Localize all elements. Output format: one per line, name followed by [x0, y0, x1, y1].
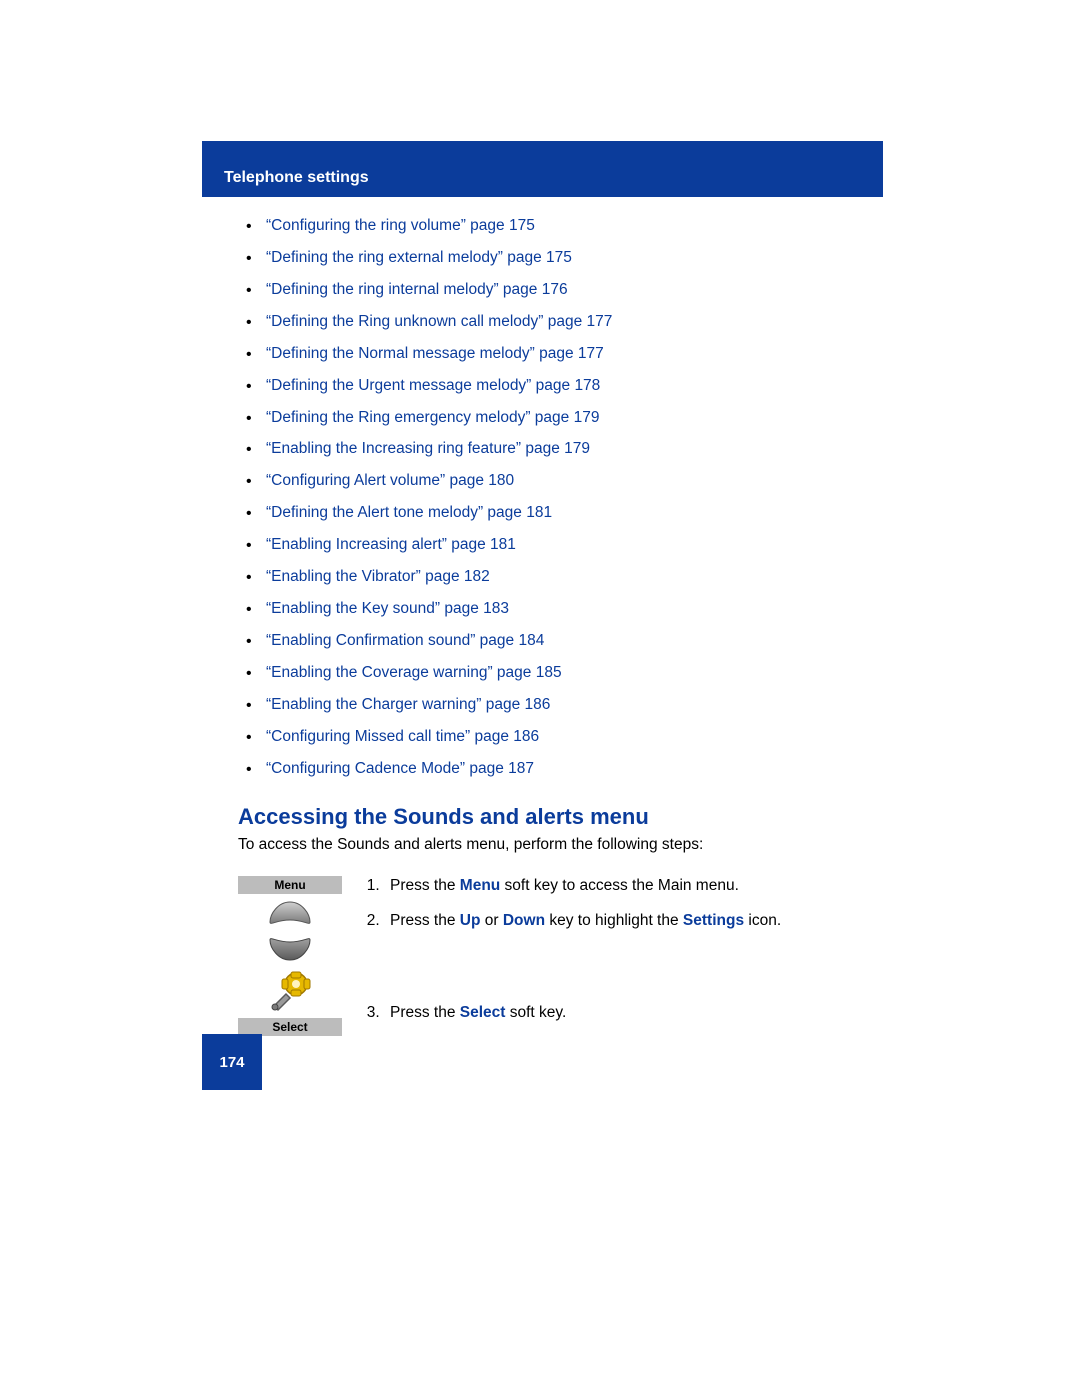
topic-link[interactable]: “Enabling the Increasing ring feature” p…: [266, 440, 590, 457]
topic-link[interactable]: “Enabling the Key sound” page 183: [266, 600, 509, 617]
topic-link[interactable]: “Enabling Confirmation sound” page 184: [266, 632, 544, 649]
header-title: Telephone settings: [224, 169, 369, 187]
section-intro: To access the Sounds and alerts menu, pe…: [238, 836, 888, 854]
up-arrow-icon: [268, 900, 312, 928]
settings-wrench-icon: [266, 966, 314, 1014]
topic-link[interactable]: “Defining the Urgent message melody” pag…: [266, 377, 600, 394]
topic-link[interactable]: “Defining the ring external melody” page…: [266, 249, 572, 266]
list-item: “Defining the Ring unknown call melody” …: [238, 312, 888, 333]
topic-link[interactable]: “Enabling the Coverage warning” page 185: [266, 664, 562, 681]
content-area: “Configuring the ring volume” page 175 “…: [238, 216, 888, 1036]
select-keyword: Select: [460, 1004, 506, 1021]
list-item: “Enabling the Vibrator” page 182: [238, 567, 888, 588]
list-item: “Defining the Ring emergency melody” pag…: [238, 408, 888, 429]
topic-link[interactable]: “Enabling Increasing alert” page 181: [266, 536, 516, 553]
step-1: Press the Menu soft key to access the Ma…: [384, 876, 888, 897]
steps-area: Menu: [238, 876, 888, 1036]
topic-link[interactable]: “Configuring the ring volume” page 175: [266, 217, 535, 234]
list-item: “Defining the Urgent message melody” pag…: [238, 376, 888, 397]
list-item: “Enabling Confirmation sound” page 184: [238, 631, 888, 652]
topic-link[interactable]: “Defining the ring internal melody” page…: [266, 281, 568, 298]
header-bar: Telephone settings: [202, 141, 883, 197]
page-number: 174: [219, 1054, 244, 1071]
list-item: “Enabling the Increasing ring feature” p…: [238, 439, 888, 460]
settings-keyword: Settings: [683, 912, 744, 929]
topic-link[interactable]: “Defining the Normal message melody” pag…: [266, 345, 604, 362]
up-keyword: Up: [460, 912, 481, 929]
down-arrow-icon: [268, 934, 312, 962]
document-page: Telephone settings “Configuring the ring…: [0, 0, 1080, 1397]
list-item: “Enabling Increasing alert” page 181: [238, 535, 888, 556]
topic-link[interactable]: “Defining the Ring unknown call melody” …: [266, 313, 612, 330]
menu-softkey-label: Menu: [238, 876, 342, 894]
select-softkey-label: Select: [238, 1018, 342, 1036]
step-3: Press the Select soft key.: [384, 1003, 888, 1024]
list-item: “Configuring Cadence Mode” page 187: [238, 759, 888, 780]
list-item: “Defining the ring internal melody” page…: [238, 280, 888, 301]
down-keyword: Down: [503, 912, 545, 929]
list-item: “Configuring the ring volume” page 175: [238, 216, 888, 237]
list-item: “Defining the ring external melody” page…: [238, 248, 888, 269]
page-number-box: 174: [202, 1034, 262, 1090]
list-item: “Defining the Alert tone melody” page 18…: [238, 503, 888, 524]
topic-link[interactable]: “Enabling the Vibrator” page 182: [266, 568, 490, 585]
topic-link-list: “Configuring the ring volume” page 175 “…: [238, 216, 888, 780]
list-item: “Configuring Missed call time” page 186: [238, 727, 888, 748]
step-2: Press the Up or Down key to highlight th…: [384, 911, 888, 932]
topic-link[interactable]: “Configuring Alert volume” page 180: [266, 472, 514, 489]
topic-link[interactable]: “Defining the Ring emergency melody” pag…: [266, 409, 599, 426]
list-item: “Enabling the Coverage warning” page 185: [238, 663, 888, 684]
list-item: “Configuring Alert volume” page 180: [238, 471, 888, 492]
steps-column: Press the Menu soft key to access the Ma…: [362, 876, 888, 1036]
topic-link[interactable]: “Configuring Missed call time” page 186: [266, 728, 539, 745]
list-item: “Defining the Normal message melody” pag…: [238, 344, 888, 365]
list-item: “Enabling the Key sound” page 183: [238, 599, 888, 620]
topic-link[interactable]: “Defining the Alert tone melody” page 18…: [266, 504, 552, 521]
icons-column: Menu: [238, 876, 342, 1036]
topic-link[interactable]: “Enabling the Charger warning” page 186: [266, 696, 550, 713]
menu-keyword: Menu: [460, 877, 500, 894]
section-heading: Accessing the Sounds and alerts menu: [238, 804, 888, 830]
topic-link[interactable]: “Configuring Cadence Mode” page 187: [266, 760, 534, 777]
list-item: “Enabling the Charger warning” page 186: [238, 695, 888, 716]
